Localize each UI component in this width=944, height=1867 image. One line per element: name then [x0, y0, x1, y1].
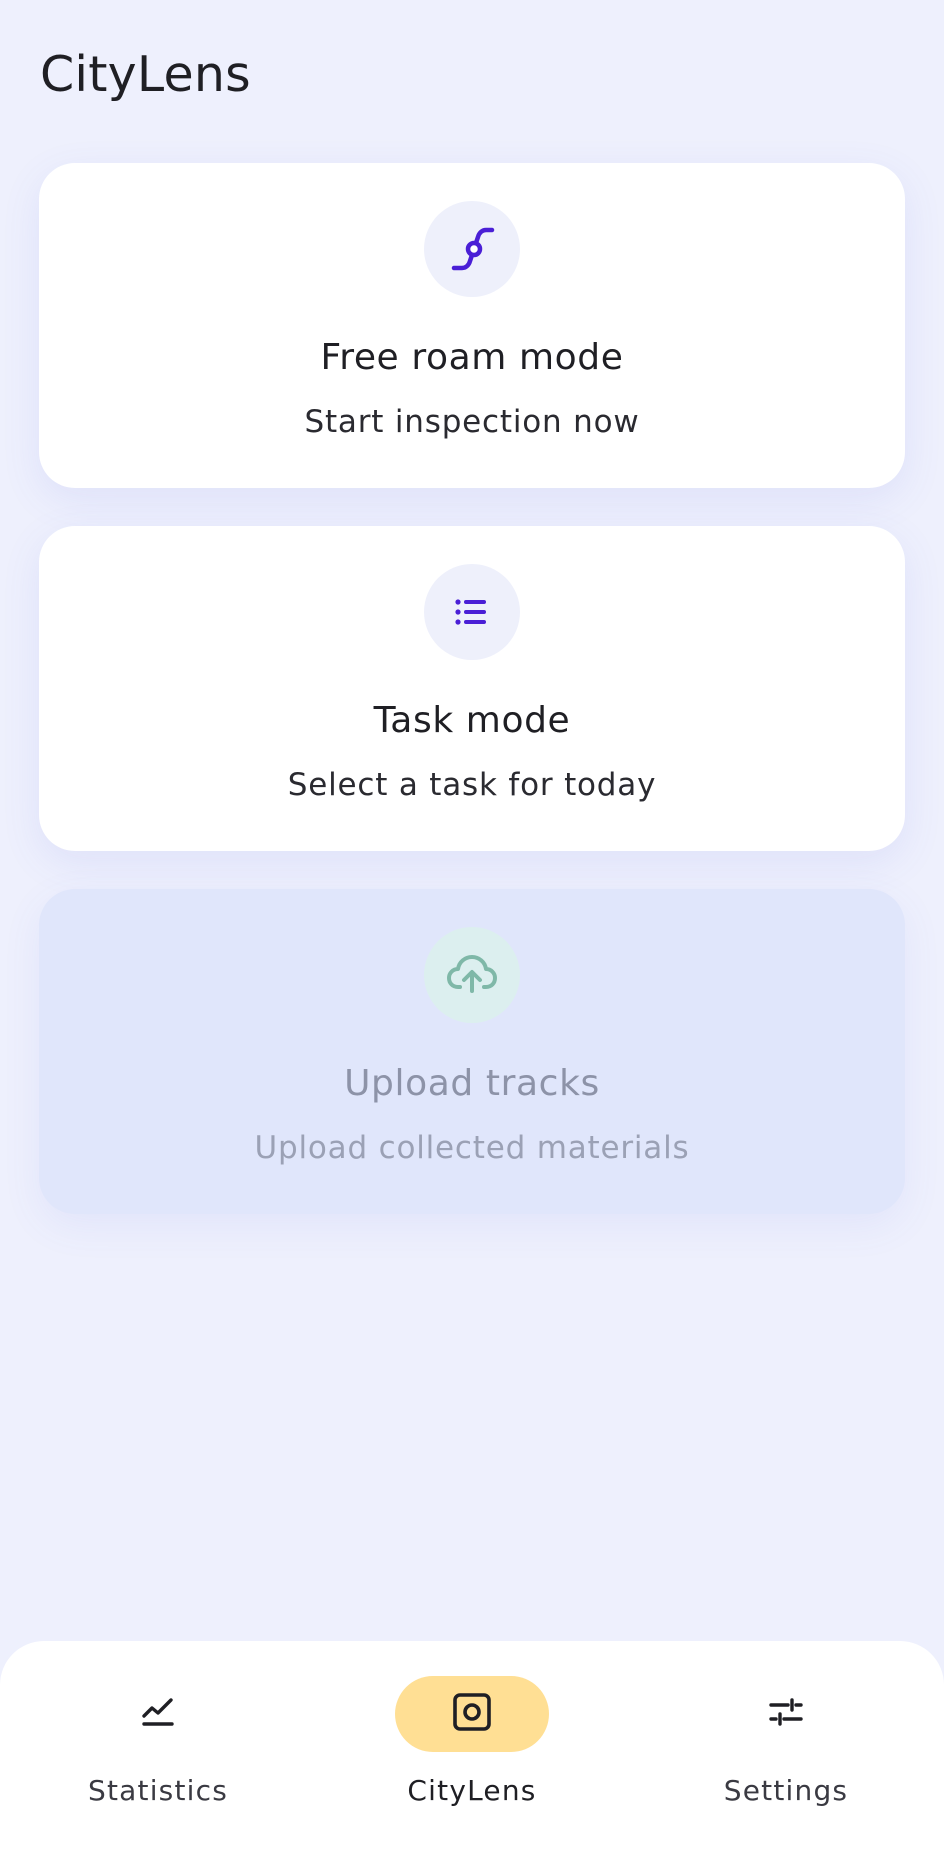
- nav-item-settings[interactable]: Settings: [656, 1676, 916, 1826]
- nav-pill: [395, 1676, 549, 1752]
- camera-lens-icon: [450, 1690, 494, 1738]
- card-subtitle: Upload collected materials: [254, 1130, 690, 1166]
- card-title: Task mode: [373, 700, 571, 741]
- sliders-icon: [766, 1692, 806, 1736]
- cloud-upload-icon: [424, 927, 520, 1023]
- nav-item-statistics[interactable]: Statistics: [28, 1676, 288, 1826]
- page-title: CityLens: [40, 46, 251, 103]
- nav-label: Settings: [723, 1774, 849, 1807]
- nav-item-citylens[interactable]: CityLens: [342, 1676, 602, 1826]
- nav-label: CityLens: [407, 1774, 537, 1807]
- nav-pill: [81, 1676, 235, 1752]
- task-mode-card[interactable]: Task mode Select a task for today: [39, 526, 905, 851]
- upload-tracks-card[interactable]: Upload tracks Upload collected materials: [39, 889, 905, 1214]
- nav-label: Statistics: [88, 1774, 228, 1807]
- nav-pill: [709, 1676, 863, 1752]
- card-subtitle: Start inspection now: [304, 404, 640, 440]
- route-icon: [424, 201, 520, 297]
- card-title: Upload tracks: [344, 1063, 600, 1104]
- free-roam-mode-card[interactable]: Free roam mode Start inspection now: [39, 163, 905, 488]
- card-title: Free roam mode: [320, 337, 624, 378]
- bottom-navigation: Statistics CityLens Settings: [0, 1641, 944, 1867]
- list-icon: [424, 564, 520, 660]
- chart-line-icon: [138, 1692, 178, 1736]
- card-subtitle: Select a task for today: [287, 767, 657, 803]
